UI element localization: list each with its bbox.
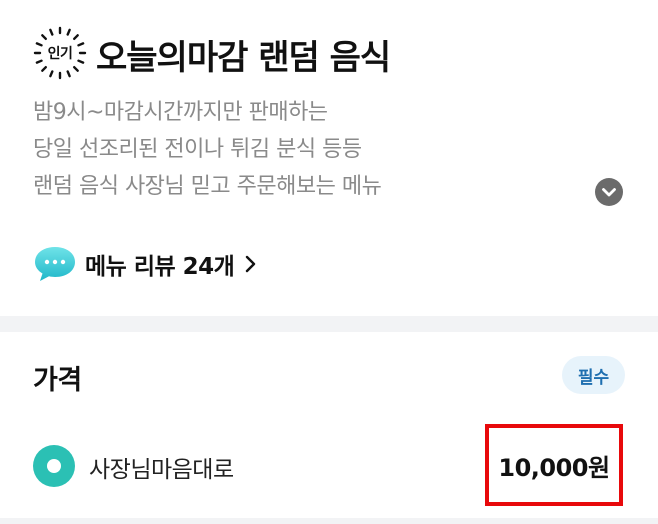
menu-title: 오늘의마감 랜덤 음식 <box>96 38 391 78</box>
price-section-title: 가격 <box>33 365 82 396</box>
speech-bubble-icon <box>33 244 77 284</box>
description-line: 당일 선조리된 전이나 튀김 분식 등등 <box>33 137 362 162</box>
menu-review-link[interactable]: 메뉴 리뷰 24개 <box>33 244 258 284</box>
bottom-divider <box>0 518 658 524</box>
description-line: 랜덤 음식 사장님 믿고 주문해보는 메뉴 <box>33 174 382 199</box>
chevron-right-icon <box>246 255 256 273</box>
section-divider <box>0 316 658 332</box>
chevron-down-icon <box>602 188 616 197</box>
menu-description: 밤9시~마감시간까지만 판매하는 당일 선조리된 전이나 튀김 분식 등등 랜덤… <box>33 94 593 205</box>
popular-badge-label: 인기 <box>47 46 73 62</box>
required-badge: 필수 <box>562 356 625 394</box>
price-option-radio[interactable] <box>33 445 75 487</box>
description-line: 밤9시~마감시간까지만 판매하는 <box>33 100 328 125</box>
menu-header-section: 인기 오늘의마감 랜덤 음식 밤9시~마감시간까지만 판매하는 당일 선조리된 … <box>0 0 658 316</box>
price-option-label: 사장님마음대로 <box>89 457 234 483</box>
expand-description-button[interactable] <box>595 178 623 206</box>
popular-badge: 인기 <box>33 26 87 80</box>
price-highlight-box <box>485 424 623 506</box>
menu-review-label: 메뉴 리뷰 24개 <box>85 254 235 280</box>
radio-selected-dot <box>47 459 61 473</box>
